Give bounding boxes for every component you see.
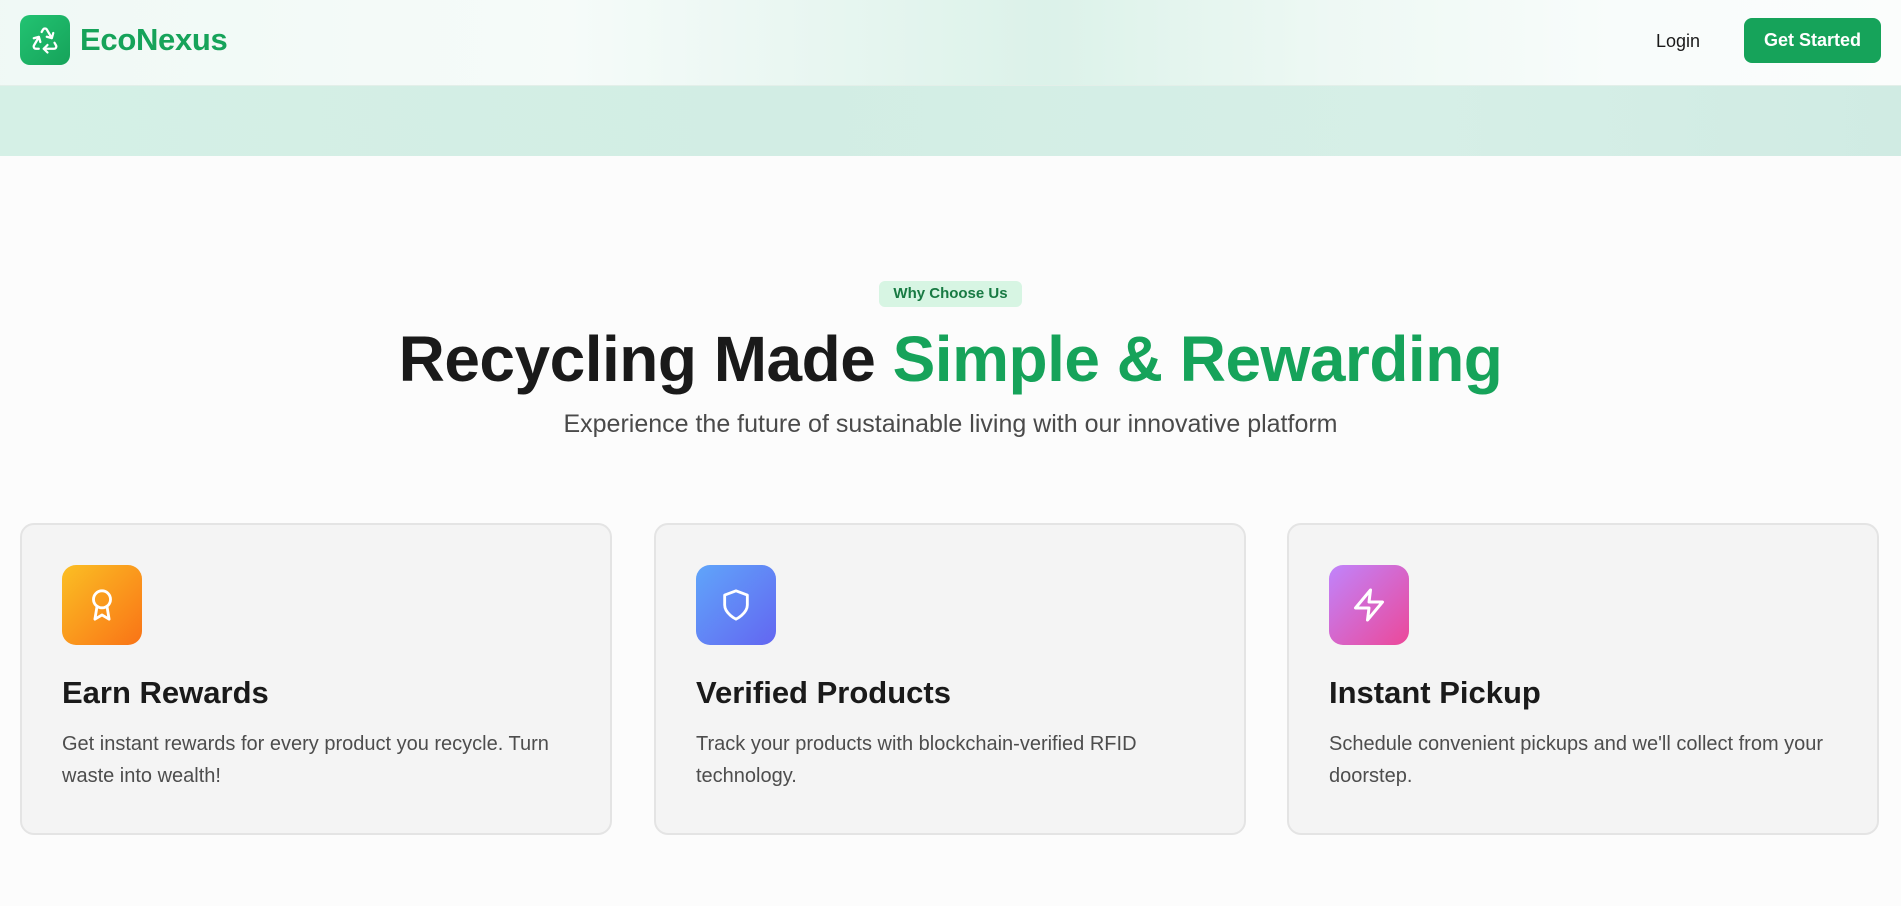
login-link[interactable]: Login [1640,24,1716,58]
feature-description: Schedule convenient pickups and we'll co… [1329,733,1824,787]
feature-title: Earn Rewards [62,675,269,710]
headline-accent-text: Simple & Rewarding [892,323,1503,395]
feature-description: Get instant rewards for every product yo… [62,733,549,787]
section-subheading: Experience the future of sustainable liv… [563,410,1338,438]
feature-title: Instant Pickup [1329,675,1541,710]
feature-card-verified-products: Verified Products Track your products wi… [654,523,1246,835]
headline-plain-text: Recycling Made [398,323,893,395]
get-started-button[interactable]: Get Started [1744,18,1881,63]
section-headline: Recycling Made Simple & Rewarding [0,316,1901,402]
section-eyebrow-badge: Why Choose Us [879,281,1022,307]
feature-card-instant-pickup: Instant Pickup Schedule convenient picku… [1287,523,1879,835]
award-icon [62,565,142,645]
hero-banner-strip [0,86,1901,156]
feature-card-earn-rewards: Earn Rewards Get instant rewards for eve… [20,523,612,835]
feature-description: Track your products with blockchain-veri… [696,733,1137,787]
lightning-icon [1329,565,1409,645]
top-navbar: EcoNexus Login Get Started [0,0,1901,86]
logo[interactable]: EcoNexus [20,15,228,65]
feature-title: Verified Products [696,675,951,710]
recycle-icon [20,15,70,65]
shield-icon [696,565,776,645]
brand-name: EcoNexus [80,22,228,57]
